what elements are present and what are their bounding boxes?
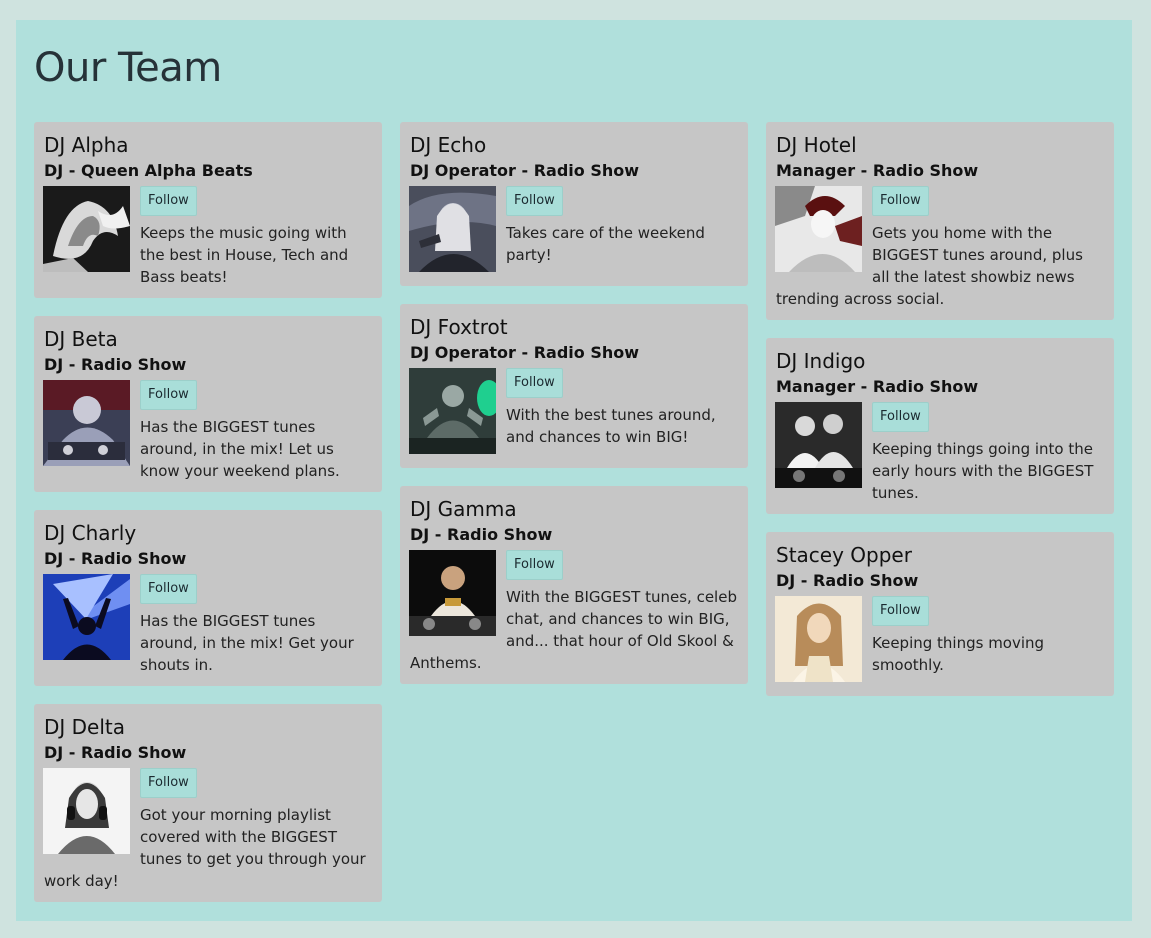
member-name: DJ Delta (44, 715, 126, 739)
member-photo (43, 574, 130, 660)
member-name: DJ Beta (44, 327, 118, 351)
member-photo (409, 186, 496, 272)
member-role: DJ - Radio Show (776, 571, 919, 590)
member-name: Stacey Opper (776, 543, 912, 567)
follow-button[interactable]: Follow (140, 574, 197, 604)
follow-button[interactable]: Follow (506, 368, 563, 398)
team-column-2: DJ Echo DJ Operator - Radio Show Follow … (400, 122, 748, 702)
member-photo (775, 402, 862, 488)
member-role: DJ - Queen Alpha Beats (44, 161, 253, 180)
member-role: DJ - Radio Show (44, 549, 187, 568)
follow-button[interactable]: Follow (506, 550, 563, 580)
member-photo (43, 186, 130, 272)
team-card: DJ Gamma DJ - Radio Show Follow With the… (400, 486, 748, 684)
team-panel: Our Team DJ Alpha DJ - Queen Alpha Beats… (16, 20, 1132, 921)
follow-button[interactable]: Follow (872, 186, 929, 216)
team-column-1: DJ Alpha DJ - Queen Alpha Beats Follow K… (34, 122, 382, 920)
follow-button[interactable]: Follow (140, 380, 197, 410)
follow-button[interactable]: Follow (506, 186, 563, 216)
team-card: DJ Indigo Manager - Radio Show Follow Ke… (766, 338, 1114, 514)
member-photo (409, 550, 496, 636)
team-card: DJ Alpha DJ - Queen Alpha Beats Follow K… (34, 122, 382, 298)
follow-button[interactable]: Follow (140, 186, 197, 216)
member-name: DJ Foxtrot (410, 315, 508, 339)
member-name: DJ Gamma (410, 497, 517, 521)
member-name: DJ Charly (44, 521, 137, 545)
team-card: DJ Charly DJ - Radio Show Follow Has the… (34, 510, 382, 686)
team-column-3: DJ Hotel Manager - Radio Show Follow Get… (766, 122, 1114, 714)
member-role: DJ Operator - Radio Show (410, 161, 640, 180)
member-role: DJ - Radio Show (410, 525, 553, 544)
member-photo (43, 768, 130, 854)
member-photo (775, 596, 862, 682)
follow-button[interactable]: Follow (872, 402, 929, 432)
member-name: DJ Alpha (44, 133, 129, 157)
team-card: DJ Foxtrot DJ Operator - Radio Show Foll… (400, 304, 748, 468)
team-card: DJ Echo DJ Operator - Radio Show Follow … (400, 122, 748, 286)
member-name: DJ Echo (410, 133, 487, 157)
team-card: DJ Hotel Manager - Radio Show Follow Get… (766, 122, 1114, 320)
member-name: DJ Indigo (776, 349, 866, 373)
member-role: DJ Operator - Radio Show (410, 343, 640, 362)
member-photo (409, 368, 496, 454)
member-role: DJ - Radio Show (44, 743, 187, 762)
member-role: Manager - Radio Show (776, 161, 979, 180)
team-card: DJ Beta DJ - Radio Show Follow Has the B… (34, 316, 382, 492)
team-card: DJ Delta DJ - Radio Show Follow Got your… (34, 704, 382, 902)
member-photo (775, 186, 862, 272)
team-card: Stacey Opper DJ - Radio Show Follow Keep… (766, 532, 1114, 696)
follow-button[interactable]: Follow (872, 596, 929, 626)
member-role: DJ - Radio Show (44, 355, 187, 374)
page-title: Our Team (34, 45, 222, 91)
member-photo (43, 380, 130, 466)
member-name: DJ Hotel (776, 133, 857, 157)
follow-button[interactable]: Follow (140, 768, 197, 798)
member-role: Manager - Radio Show (776, 377, 979, 396)
